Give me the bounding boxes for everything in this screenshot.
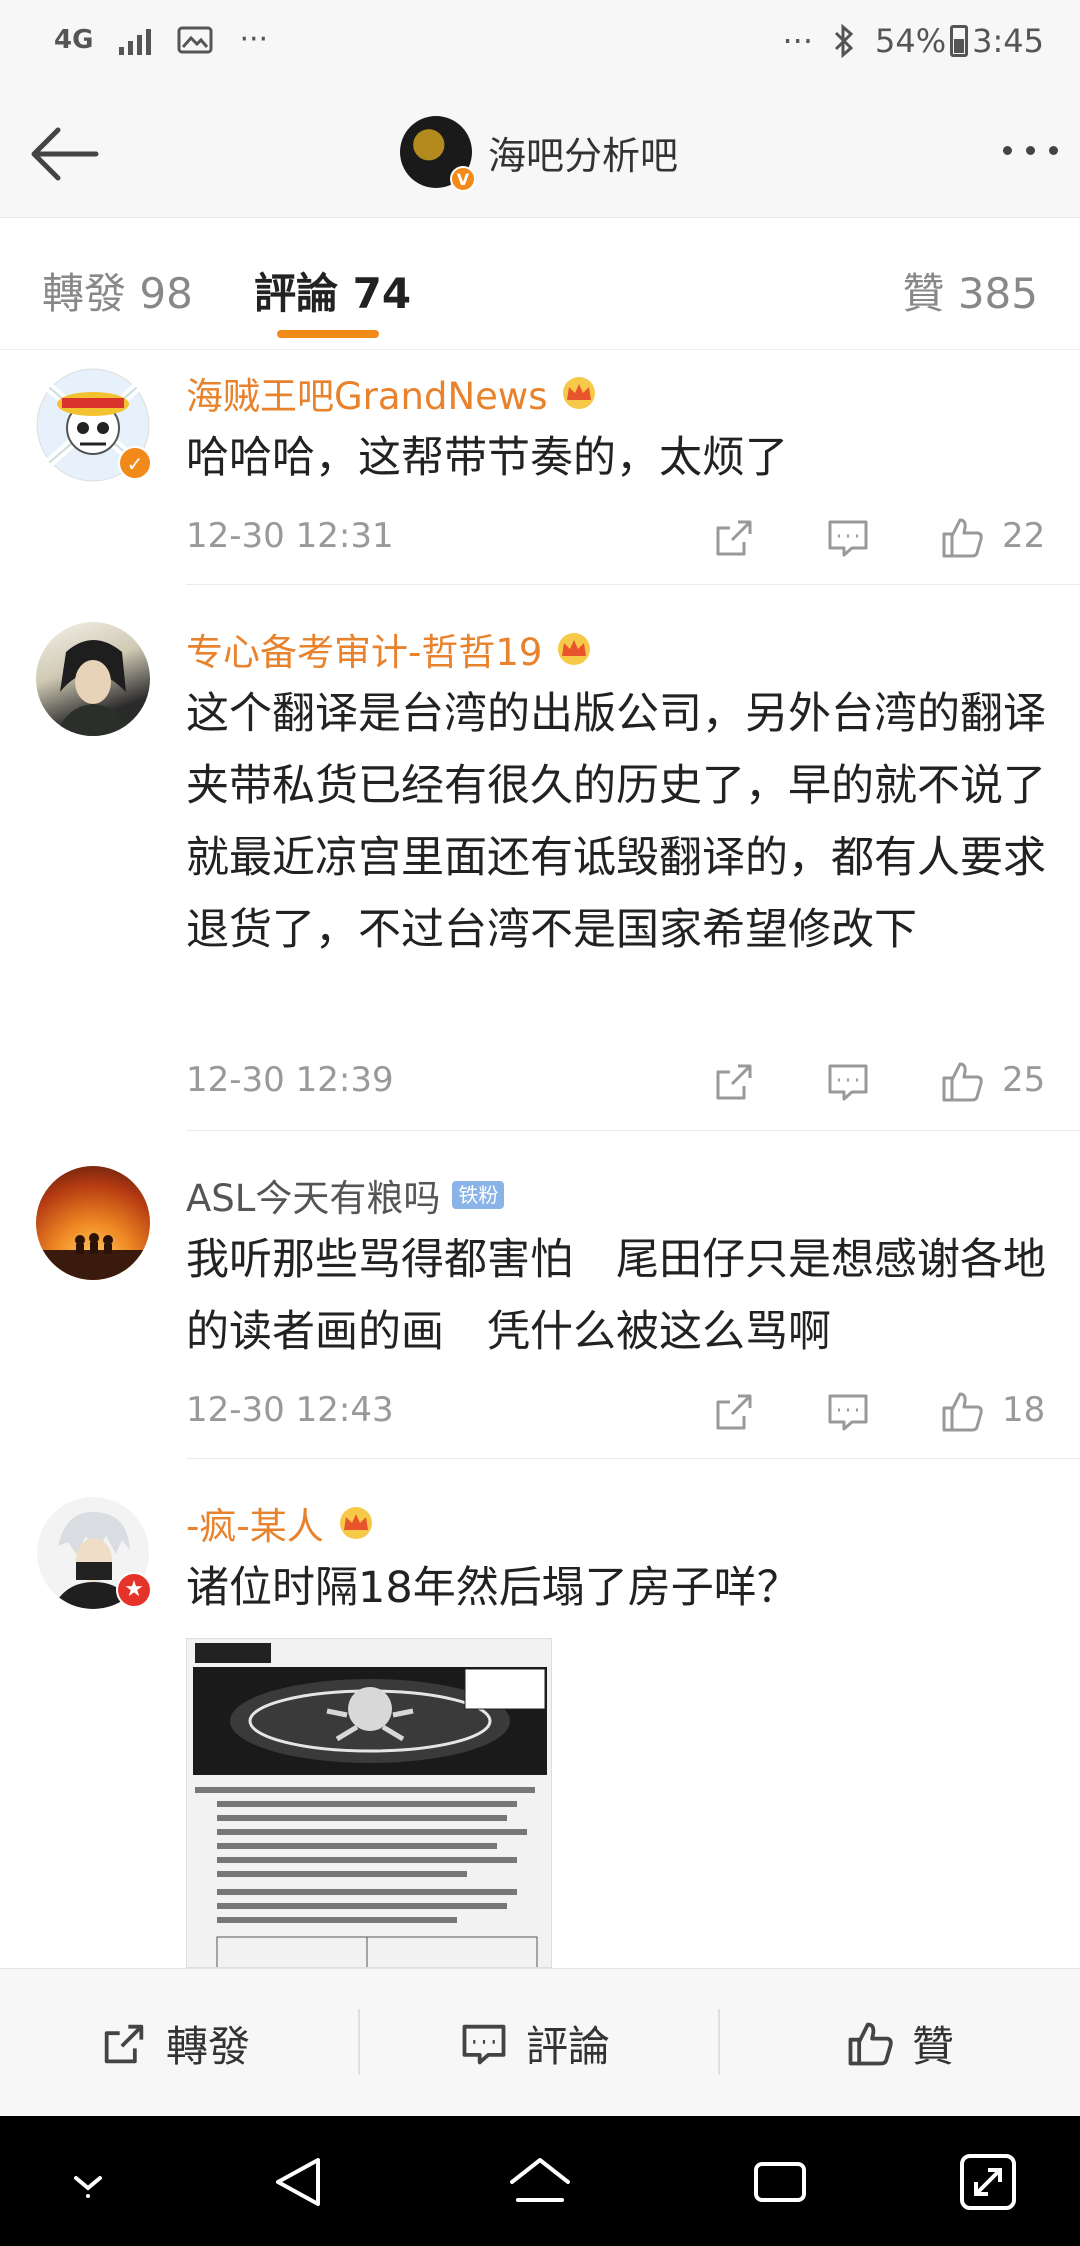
bottom-action-bar: 轉發 評論 贊 — [0, 1968, 1080, 2116]
comment-time: 12-30 12:43 — [186, 1390, 394, 1430]
fan-badge: 铁粉 — [452, 1181, 505, 1209]
tab-likes[interactable]: 贊 385 — [902, 260, 1038, 321]
comment-text: 这个翻译是台湾的出版公司，另外台湾的翻译夹带私货已经有很久的历史了，早的就不说了… — [186, 689, 1046, 955]
account-avatar[interactable]: V — [400, 116, 476, 192]
signal-icon — [119, 25, 152, 55]
verified-badge-icon: V — [450, 166, 476, 192]
like-count: 22 — [1002, 516, 1046, 556]
star-badge-icon: ★ — [116, 1572, 152, 1608]
commenter-avatar[interactable] — [36, 1166, 150, 1280]
comment-text: 诸位时隔18年然后塌了房子咩？ — [186, 1563, 800, 1613]
like-button[interactable]: 贊 — [844, 2013, 954, 2074]
network-type: 4G — [54, 24, 94, 55]
commenter-avatar[interactable]: ★ — [36, 1496, 152, 1610]
like-count: 25 — [1002, 1060, 1046, 1100]
crown-icon — [563, 377, 596, 409]
top-app-bar: V 海吧分析吧 — [0, 90, 1080, 218]
divider — [186, 1458, 1080, 1459]
scanned-page-image — [187, 1639, 551, 1967]
like-icon[interactable] — [938, 1388, 986, 1436]
divider — [186, 1130, 1080, 1131]
comment-time: 12-30 12:39 — [186, 1060, 394, 1100]
commenter-name[interactable]: ASL今天有粮吗 — [186, 1168, 440, 1222]
comment-text: 哈哈哈，这帮带节奏的，太烦了 — [186, 433, 788, 483]
repost-icon — [104, 2024, 144, 2063]
bluetooth-icon — [834, 24, 854, 58]
divider — [186, 584, 1080, 585]
repost-button[interactable]: 轉發 — [98, 2013, 250, 2074]
like-icon[interactable] — [938, 514, 986, 562]
repost-icon[interactable] — [710, 514, 758, 562]
active-tab-indicator — [277, 330, 379, 338]
system-navigation-bar — [0, 2116, 1080, 2246]
more-notifications-icon: ··· — [239, 22, 269, 57]
nav-recents-icon[interactable] — [744, 2146, 816, 2218]
crown-icon — [558, 633, 591, 665]
more-status-icon: ··· — [782, 22, 814, 60]
like-icon — [848, 2022, 893, 2065]
more-options-icon[interactable] — [1003, 146, 1058, 155]
commenter-name[interactable]: 专心备考审计-哲哲19 — [186, 622, 542, 676]
comment-text: 我听那些骂得都害怕 尾田仔只是想感谢各地的读者画的画 凭什么被这么骂啊 — [186, 1235, 1046, 1357]
nav-home-icon[interactable] — [504, 2146, 576, 2218]
like-count: 18 — [1002, 1390, 1046, 1430]
comment-button[interactable]: 評論 — [458, 2013, 610, 2074]
comment-image[interactable] — [186, 1638, 552, 1968]
status-bar: 4G ··· ··· 54% 3:45 — [0, 0, 1080, 90]
repost-label: 轉發 — [166, 2022, 251, 2071]
tab-repost[interactable]: 轉發 98 — [42, 260, 193, 321]
expand-icon[interactable] — [952, 2146, 1024, 2218]
nav-back-icon[interactable] — [264, 2146, 336, 2218]
repost-icon[interactable] — [710, 1058, 758, 1106]
repost-icon[interactable] — [710, 1388, 758, 1436]
image-notification-icon — [177, 26, 213, 53]
comment-icon[interactable] — [824, 514, 872, 562]
commenter-avatar[interactable] — [36, 622, 150, 736]
like-icon[interactable] — [938, 1058, 986, 1106]
tab-comments[interactable]: 評論 74 — [254, 260, 411, 321]
commenter-avatar[interactable]: ✓ — [36, 368, 152, 482]
comment-meta: 12-30 12:31 22 — [186, 508, 1046, 568]
battery-icon — [950, 25, 969, 57]
header-account[interactable]: V 海吧分析吧 — [400, 116, 679, 192]
comment-icon — [462, 2024, 506, 2064]
like-label: 贊 — [912, 2022, 955, 2071]
anime-avatar-icon — [56, 640, 132, 736]
tab-bar: 轉發 98 評論 74 贊 385 — [0, 218, 1080, 350]
comment-time: 12-30 12:31 — [186, 516, 394, 556]
comment-meta: 12-30 12:39 25 — [186, 1052, 1046, 1112]
sunset-avatar-icon — [36, 1233, 150, 1280]
comment-label: 評論 — [526, 2022, 611, 2071]
back-arrow-icon[interactable] — [24, 114, 108, 194]
crown-icon — [339, 1507, 372, 1539]
comment-meta: 12-30 12:43 18 — [186, 1382, 1046, 1442]
comment-icon[interactable] — [824, 1058, 872, 1106]
header-title: 海吧分析吧 — [488, 133, 679, 178]
verified-badge-icon: ✓ — [118, 446, 152, 480]
battery-percent: 54% — [875, 22, 947, 60]
commenter-name[interactable]: 海贼王吧GrandNews — [186, 366, 547, 420]
clock: 3:45 — [972, 22, 1044, 60]
comment-icon[interactable] — [824, 1388, 872, 1436]
commenter-name[interactable]: -疯-某人 — [186, 1496, 324, 1550]
divider — [358, 2009, 360, 2075]
chevron-down-icon[interactable] — [52, 2146, 124, 2218]
divider — [718, 2009, 720, 2075]
